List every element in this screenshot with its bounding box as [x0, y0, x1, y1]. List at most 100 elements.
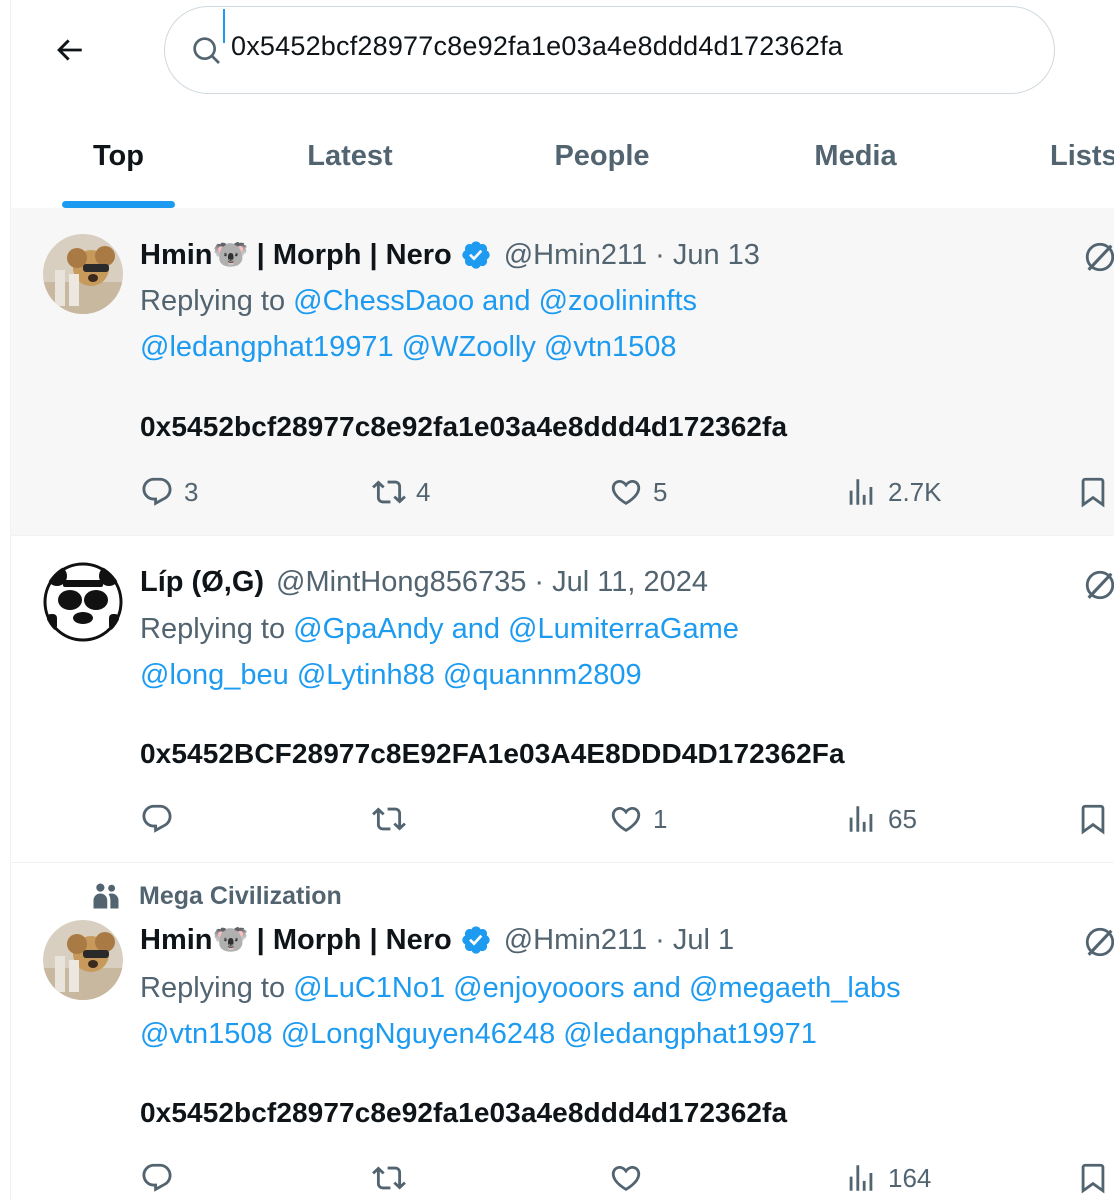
replying-to-continued: @long_beu @Lytinh88 @quannm2809	[140, 652, 642, 698]
tweet-text: 0x5452BCF28977c8E92FA1e03A4E8DDD4D172362…	[140, 738, 845, 769]
reply-prefix: Replying to	[140, 613, 294, 645]
tab-top[interactable]: Top	[62, 110, 175, 208]
reply-icon	[142, 477, 172, 506]
tweet[interactable]: Líp (Ø,G) @MintHong856735 · Jul 11, 2024…	[11, 536, 1114, 863]
like-button[interactable]: 5	[609, 472, 667, 512]
like-button[interactable]	[609, 1158, 653, 1198]
heart-icon	[611, 479, 641, 505]
search-input[interactable]: 0x5452bcf28977c8e92fa1e03a4e8ddd4d172362…	[231, 31, 843, 62]
reply-icon	[142, 1163, 172, 1192]
tweet[interactable]: Hmin🐨 | Morph | Nero @Hmin211 · Jun 13 R…	[11, 208, 1114, 536]
tab-label: Media	[814, 140, 897, 172]
grok-icon[interactable]	[1083, 925, 1114, 959]
avatar[interactable]	[43, 920, 123, 1000]
retweet-icon	[372, 480, 406, 504]
back-button[interactable]	[47, 28, 91, 72]
tab-label: Latest	[307, 140, 393, 172]
views-button[interactable]: 65	[844, 799, 917, 839]
like-button[interactable]: 1	[609, 799, 667, 839]
replying-to-continued: @vtn1508 @LongNguyen46248 @ledangphat199…	[140, 1011, 817, 1057]
bookmark-button[interactable]	[1076, 1158, 1110, 1198]
avatar-panda-image	[43, 562, 123, 642]
retweet-button[interactable]: 4	[372, 472, 430, 512]
tab-latest[interactable]: Latest	[283, 110, 417, 208]
handle-and-time[interactable]: @Hmin211 · Jun 13	[504, 239, 760, 272]
like-count: 5	[653, 476, 668, 507]
grok-icon[interactable]	[1083, 240, 1114, 274]
bookmark-button[interactable]	[1076, 472, 1110, 512]
bookmark-icon	[1081, 1163, 1105, 1194]
verified-badge-icon	[462, 241, 490, 269]
avatar-koala-image	[43, 920, 123, 1000]
handle-and-time[interactable]: @MintHong856735 · Jul 11, 2024	[276, 566, 708, 599]
reply-prefix: Replying to	[140, 285, 294, 317]
reply-button[interactable]	[140, 799, 184, 839]
reply-prefix: Replying to	[140, 972, 294, 1004]
tweet-header: Líp (Ø,G) @MintHong856735 · Jul 11, 2024	[140, 566, 708, 599]
retweet-button[interactable]	[372, 799, 416, 839]
replying-to: Replying to @LuC1No1 @enjoyooors and @me…	[140, 965, 901, 1011]
avatar[interactable]	[43, 562, 123, 642]
tab-lists[interactable]: Lists	[1050, 110, 1114, 208]
tweet[interactable]: Mega Civilization Hmin🐨 | Morph | Nero @…	[11, 863, 1114, 1200]
heart-icon	[611, 806, 641, 832]
tab-label: People	[554, 140, 650, 172]
verified-badge-icon	[462, 926, 490, 954]
tweet-header: Hmin🐨 | Morph | Nero @Hmin211 · Jul 1	[140, 923, 734, 957]
tweet-actions: 1 65	[140, 799, 1114, 839]
community-context[interactable]: Mega Civilization	[89, 881, 342, 911]
tweet-text: 0x5452bcf28977c8e92fa1e03a4e8ddd4d172362…	[140, 411, 788, 442]
views-button[interactable]: 2.7K	[844, 472, 942, 512]
reply-mentions-line2[interactable]: @long_beu @Lytinh88 @quannm2809	[140, 659, 642, 691]
active-tab-indicator	[62, 201, 175, 208]
reply-mentions-line1[interactable]: @LuC1No1 @enjoyooors and @megaeth_labs	[293, 972, 900, 1004]
like-count: 1	[653, 803, 668, 834]
view-count: 65	[888, 803, 917, 834]
reply-mentions-line2[interactable]: @ledangphat19971 @WZoolly @vtn1508	[140, 331, 677, 363]
tweet-header: Hmin🐨 | Morph | Nero @Hmin211 · Jun 13	[140, 238, 760, 272]
search-header: 0x5452bcf28977c8e92fa1e03a4e8ddd4d172362…	[11, 0, 1114, 208]
retweet-icon	[372, 807, 406, 831]
views-chart-icon	[849, 479, 873, 505]
search-box[interactable]: 0x5452bcf28977c8e92fa1e03a4e8ddd4d172362…	[164, 6, 1055, 94]
reply-mentions-line1[interactable]: @GpaAndy and @LumiterraGame	[293, 613, 739, 645]
display-name[interactable]: Hmin🐨 | Morph | Nero	[140, 238, 452, 272]
community-icon	[93, 883, 119, 909]
display-name[interactable]: Líp (Ø,G)	[140, 566, 264, 599]
tab-media[interactable]: Media	[793, 110, 918, 208]
views-chart-icon	[849, 1165, 873, 1191]
display-name[interactable]: Hmin🐨 | Morph | Nero	[140, 923, 452, 957]
text-caret	[223, 9, 225, 43]
community-name: Mega Civilization	[139, 881, 342, 910]
retweet-button[interactable]	[372, 1158, 416, 1198]
replying-to: Replying to @ChessDaoo and @zoolininfts	[140, 278, 697, 324]
tab-people[interactable]: People	[532, 110, 672, 208]
reply-mentions-line2[interactable]: @vtn1508 @LongNguyen46248 @ledangphat199…	[140, 1018, 817, 1050]
reply-mentions-line1[interactable]: @ChessDaoo and @zoolininfts	[293, 285, 697, 317]
search-tabs: Top Latest People Media Lists	[11, 110, 1114, 208]
retweet-icon	[372, 1166, 406, 1190]
bookmark-button[interactable]	[1076, 799, 1110, 839]
views-button[interactable]: 164	[844, 1158, 931, 1198]
search-icon	[193, 37, 220, 64]
avatar[interactable]	[43, 234, 123, 314]
tweet-actions: 164	[140, 1158, 1114, 1198]
replying-to-continued: @ledangphat19971 @WZoolly @vtn1508	[140, 324, 677, 370]
reply-icon	[142, 804, 172, 833]
bookmark-icon	[1081, 477, 1105, 508]
view-count: 2.7K	[888, 476, 942, 507]
tweet-actions: 3 4 5 2.7K	[140, 472, 1114, 512]
tab-label: Lists	[1050, 140, 1114, 172]
bookmark-icon	[1081, 804, 1105, 835]
tweet-text: 0x5452bcf28977c8e92fa1e03a4e8ddd4d172362…	[140, 1097, 788, 1128]
arrow-left-icon	[57, 39, 82, 61]
handle-and-time[interactable]: @Hmin211 · Jul 1	[504, 924, 734, 957]
avatar-koala-image	[43, 234, 123, 314]
replying-to: Replying to @GpaAndy and @LumiterraGame	[140, 606, 739, 652]
grok-icon[interactable]	[1083, 568, 1114, 602]
reply-count: 3	[184, 476, 199, 507]
reply-button[interactable]	[140, 1158, 184, 1198]
view-count: 164	[888, 1162, 932, 1193]
retweet-count: 4	[416, 476, 431, 507]
reply-button[interactable]: 3	[140, 472, 198, 512]
